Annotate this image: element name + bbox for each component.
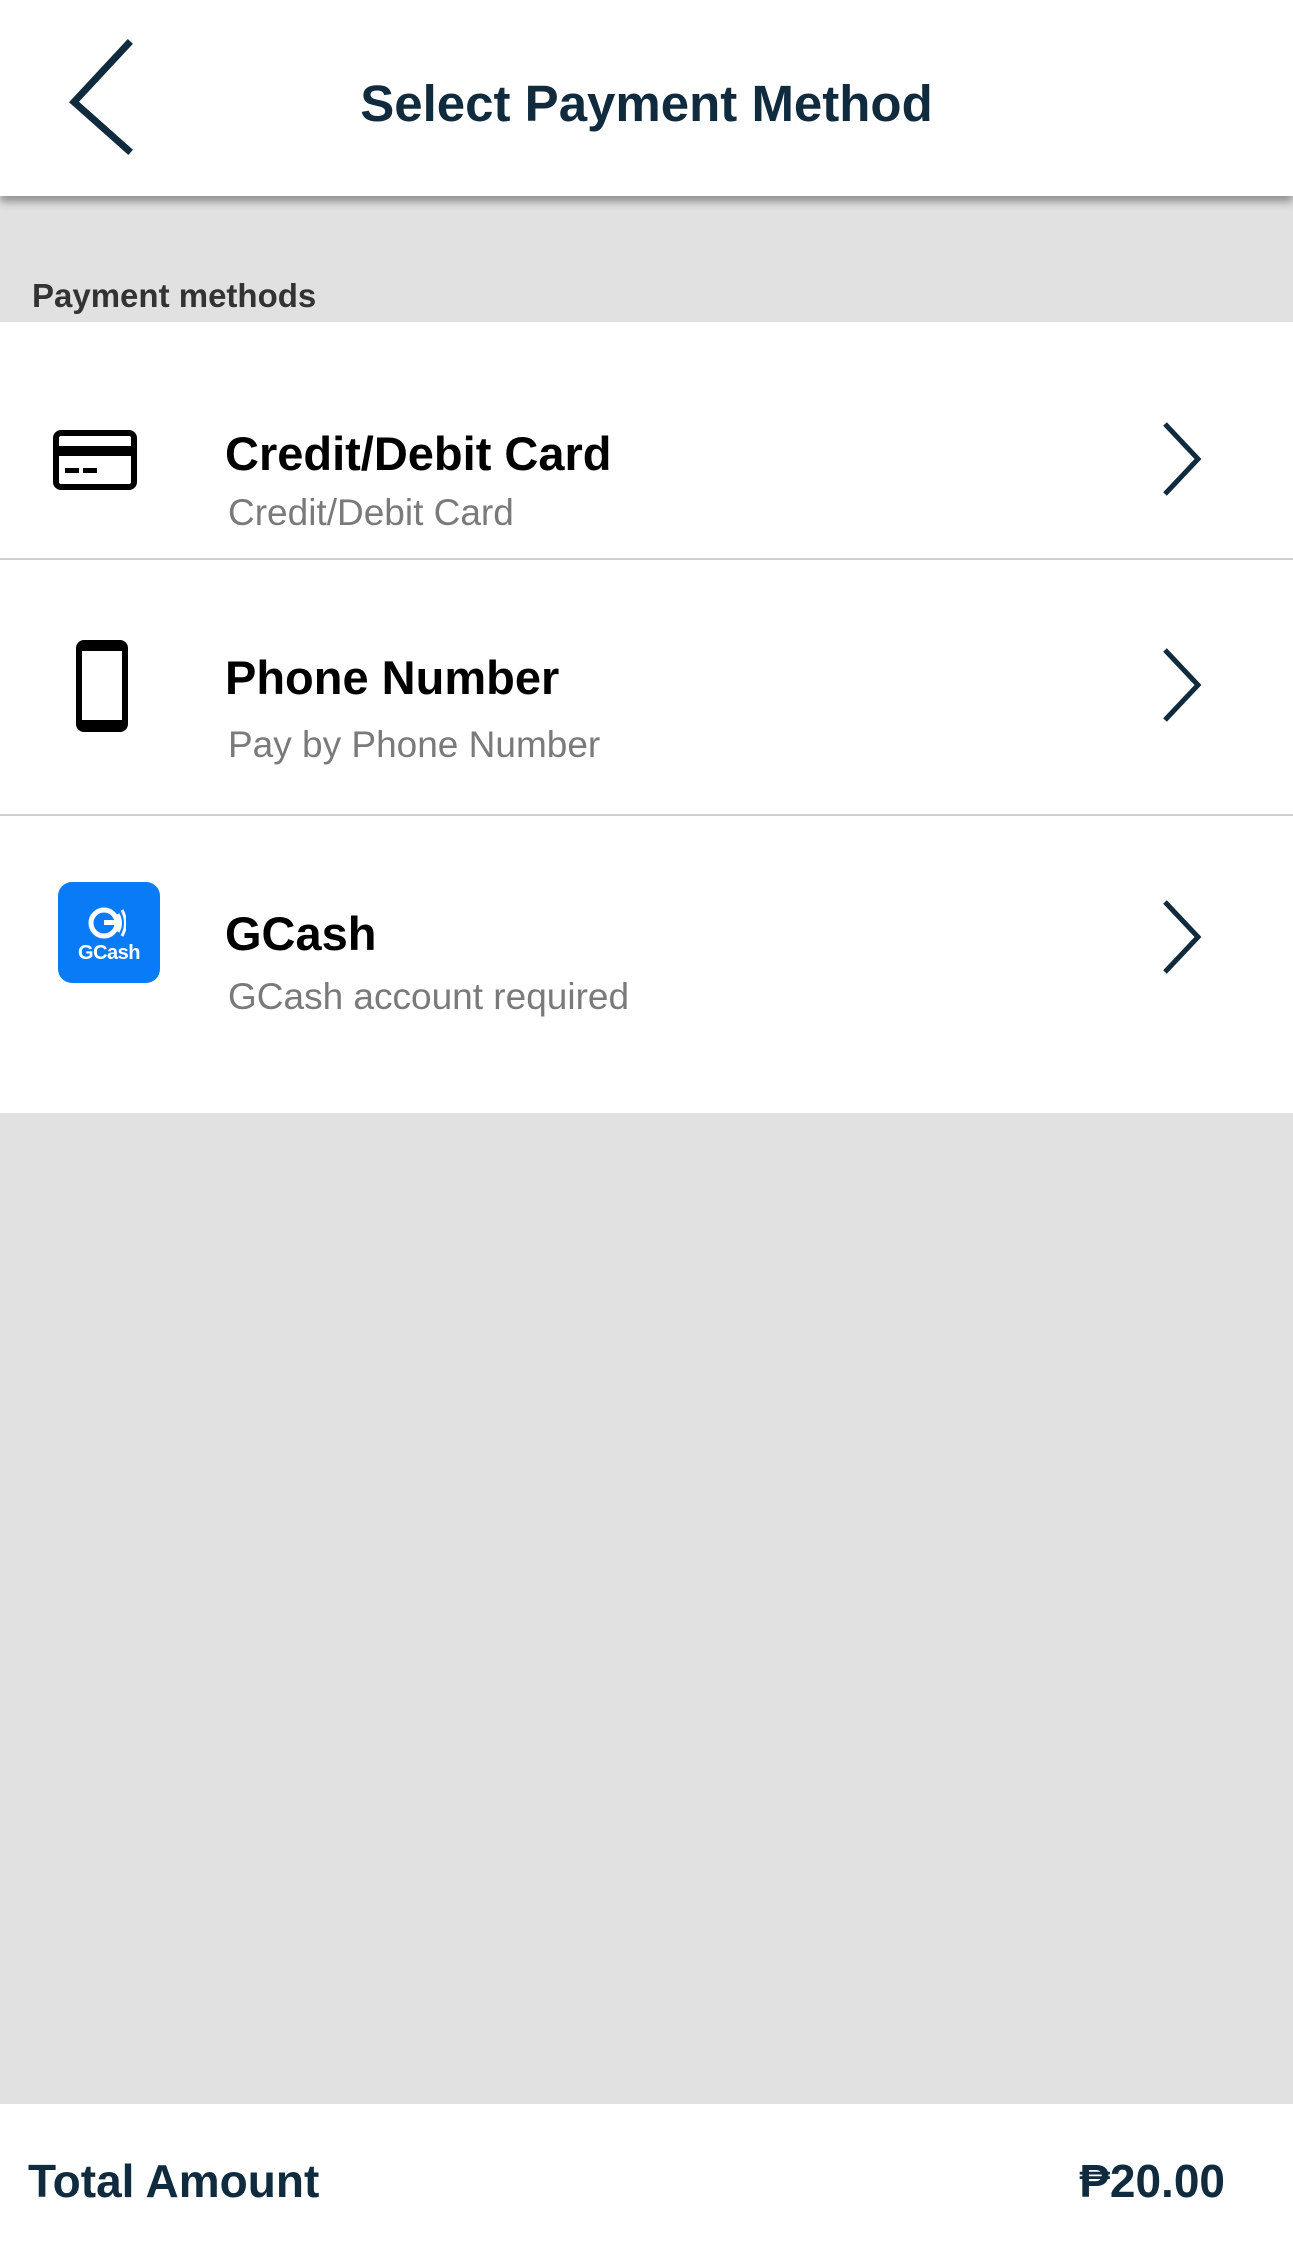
total-amount-label: Total Amount bbox=[28, 2155, 320, 2207]
payment-option-subtitle: Credit/Debit Card bbox=[228, 492, 514, 533]
payment-option-title: GCash bbox=[225, 907, 377, 960]
payment-method-list: Credit/Debit Card Credit/Debit Card Phon… bbox=[0, 322, 1293, 1113]
gcash-logo-text: GCash bbox=[78, 942, 140, 964]
chevron-right-icon bbox=[1163, 422, 1202, 496]
chevron-right-icon bbox=[1163, 648, 1202, 722]
phone-icon bbox=[76, 640, 128, 737]
section-label: Payment methods bbox=[32, 277, 317, 314]
footer-bar: Total Amount ₱20.00 bbox=[0, 2104, 1293, 2253]
payment-option-title: Phone Number bbox=[225, 651, 560, 704]
gcash-g-icon bbox=[88, 907, 126, 939]
gcash-logo: GCash bbox=[58, 882, 160, 983]
payment-option-subtitle: Pay by Phone Number bbox=[228, 724, 601, 765]
app-header: Select Payment Method bbox=[0, 0, 1293, 196]
payment-option-card[interactable]: Credit/Debit Card Credit/Debit Card bbox=[0, 322, 1293, 560]
page-title: Select Payment Method bbox=[360, 75, 933, 132]
chevron-right-icon bbox=[1163, 900, 1202, 974]
credit-card-icon bbox=[53, 430, 137, 495]
payment-option-phone[interactable]: Phone Number Pay by Phone Number bbox=[0, 560, 1293, 816]
payment-option-subtitle: GCash account required bbox=[228, 976, 630, 1017]
payment-option-gcash[interactable]: GCash GCash GCash account required bbox=[0, 816, 1293, 1113]
total-amount-value: ₱20.00 bbox=[1079, 2155, 1225, 2207]
payment-option-title: Credit/Debit Card bbox=[225, 427, 612, 480]
